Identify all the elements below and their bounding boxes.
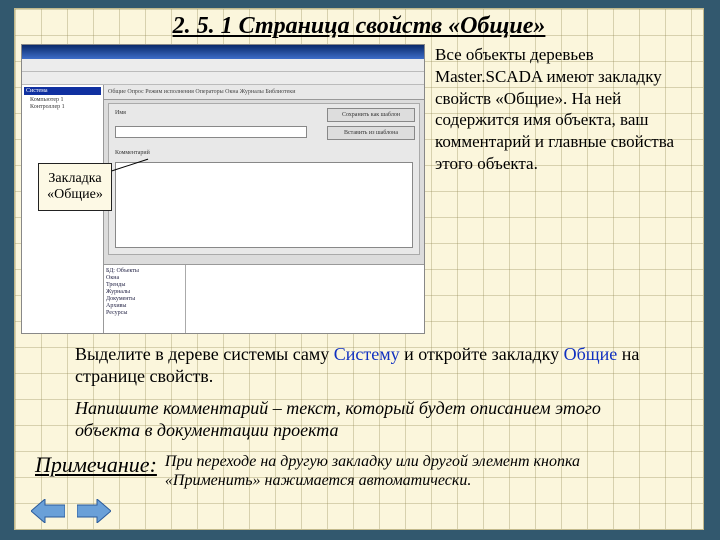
name-input <box>115 126 307 138</box>
bottom-content <box>186 265 424 333</box>
tree-root: Система <box>24 87 101 95</box>
callout-label: Закладка «Общие» <box>38 163 112 211</box>
tree-item: Контроллер 1 <box>30 104 101 110</box>
prop-label: Комментарий <box>115 150 150 156</box>
list-item: Документы <box>106 296 183 302</box>
text: Выделите в дереве системы саму <box>75 344 334 364</box>
masterscada-screenshot: Система Компьютер 1 Контроллер 1 Общие О… <box>21 44 425 334</box>
window-toolbar <box>22 72 424 85</box>
description-text: Все объекты деревьев Master.SCADA имеют … <box>425 44 697 175</box>
nav-arrows <box>31 499 111 523</box>
page-title: 2. 5. 1 Страница свойств «Общие» <box>15 13 703 40</box>
link-system[interactable]: Систему <box>334 344 400 364</box>
properties-panel: Общие Опрос Режим исполнения Операторы О… <box>104 85 424 333</box>
insert-template-button: Вставить из шаблона <box>327 126 415 140</box>
list-item: БД: Объекты <box>106 268 183 274</box>
link-general[interactable]: Общие <box>564 344 618 364</box>
properties-tabs: Общие Опрос Режим исполнения Операторы О… <box>104 85 424 100</box>
comment-input <box>115 162 413 248</box>
window-menubar <box>22 59 424 72</box>
note: Примечание: При переходе на другую закла… <box>35 452 683 490</box>
list-item: Журналы <box>106 289 183 295</box>
window-titlebar <box>22 45 424 59</box>
note-text: При переходе на другую закладку или друг… <box>165 452 683 490</box>
instruction-1: Выделите в дереве системы саму Систему и… <box>75 344 643 388</box>
tree-item: Компьютер 1 <box>30 97 101 103</box>
note-label: Примечание: <box>35 452 157 478</box>
object-tree: БД: Объекты Окна Тренды Журналы Документ… <box>104 265 186 333</box>
bottom-panel: БД: Объекты Окна Тренды Журналы Документ… <box>104 264 424 333</box>
page-frame: 2. 5. 1 Страница свойств «Общие» Система… <box>14 8 704 530</box>
list-item: Окна <box>106 275 183 281</box>
list-item: Ресурсы <box>106 310 183 316</box>
content-row: Система Компьютер 1 Контроллер 1 Общие О… <box>15 44 703 334</box>
text: и откройте закладку <box>400 344 564 364</box>
prop-label: Имя <box>115 110 126 116</box>
instruction-2: Напишите комментарий – текст, который бу… <box>75 398 643 442</box>
next-arrow-icon[interactable] <box>77 499 111 523</box>
properties-area: Имя Сохранить как шаблон Вставить из шаб… <box>108 103 420 255</box>
list-item: Тренды <box>106 282 183 288</box>
save-template-button: Сохранить как шаблон <box>327 108 415 122</box>
prev-arrow-icon[interactable] <box>31 499 65 523</box>
list-item: Архивы <box>106 303 183 309</box>
